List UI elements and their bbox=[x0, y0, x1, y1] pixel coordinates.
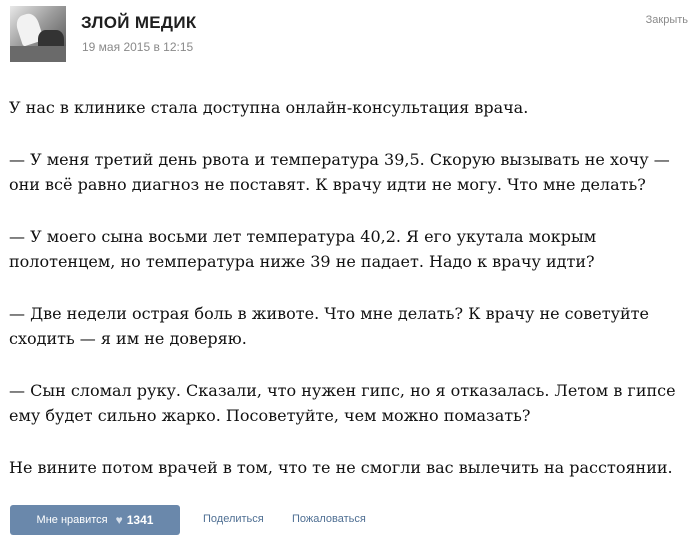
group-name[interactable]: ЗЛОЙ МЕДИК bbox=[81, 13, 197, 33]
post-paragraph: — Две недели острая боль в животе. Что м… bbox=[9, 304, 649, 348]
group-avatar[interactable] bbox=[10, 6, 66, 62]
post-paragraph: — Сын сломал руку. Сказали, что нужен ги… bbox=[9, 381, 676, 425]
close-link[interactable]: Закрыть bbox=[646, 14, 688, 26]
report-link[interactable]: Пожаловаться bbox=[292, 513, 366, 525]
like-count: 1341 bbox=[126, 513, 154, 527]
post-footer: Мне нравится ♥ 1341 Поделиться Пожаловат… bbox=[10, 505, 690, 535]
like-button[interactable]: Мне нравится ♥ 1341 bbox=[10, 505, 180, 535]
post-paragraph: — У моего сына восьми лет температура 40… bbox=[9, 227, 597, 271]
like-label: Мне нравится bbox=[36, 514, 108, 526]
avatar-ground bbox=[10, 46, 66, 62]
post-date[interactable]: 19 мая 2015 в 12:15 bbox=[82, 40, 193, 54]
post-paragraph: — У меня третий день рвота и температура… bbox=[9, 150, 670, 194]
post-header: ЗЛОЙ МЕДИК 19 мая 2015 в 12:15 Закрыть bbox=[0, 0, 700, 70]
post-paragraph: Не вините потом врачей в том, что те не … bbox=[9, 458, 673, 477]
post-text: У нас в клинике стала доступна онлайн-ко… bbox=[9, 95, 689, 507]
post-paragraph: У нас в клинике стала доступна онлайн-ко… bbox=[9, 98, 529, 117]
heart-icon: ♥ bbox=[115, 513, 123, 527]
share-link[interactable]: Поделиться bbox=[203, 513, 264, 525]
